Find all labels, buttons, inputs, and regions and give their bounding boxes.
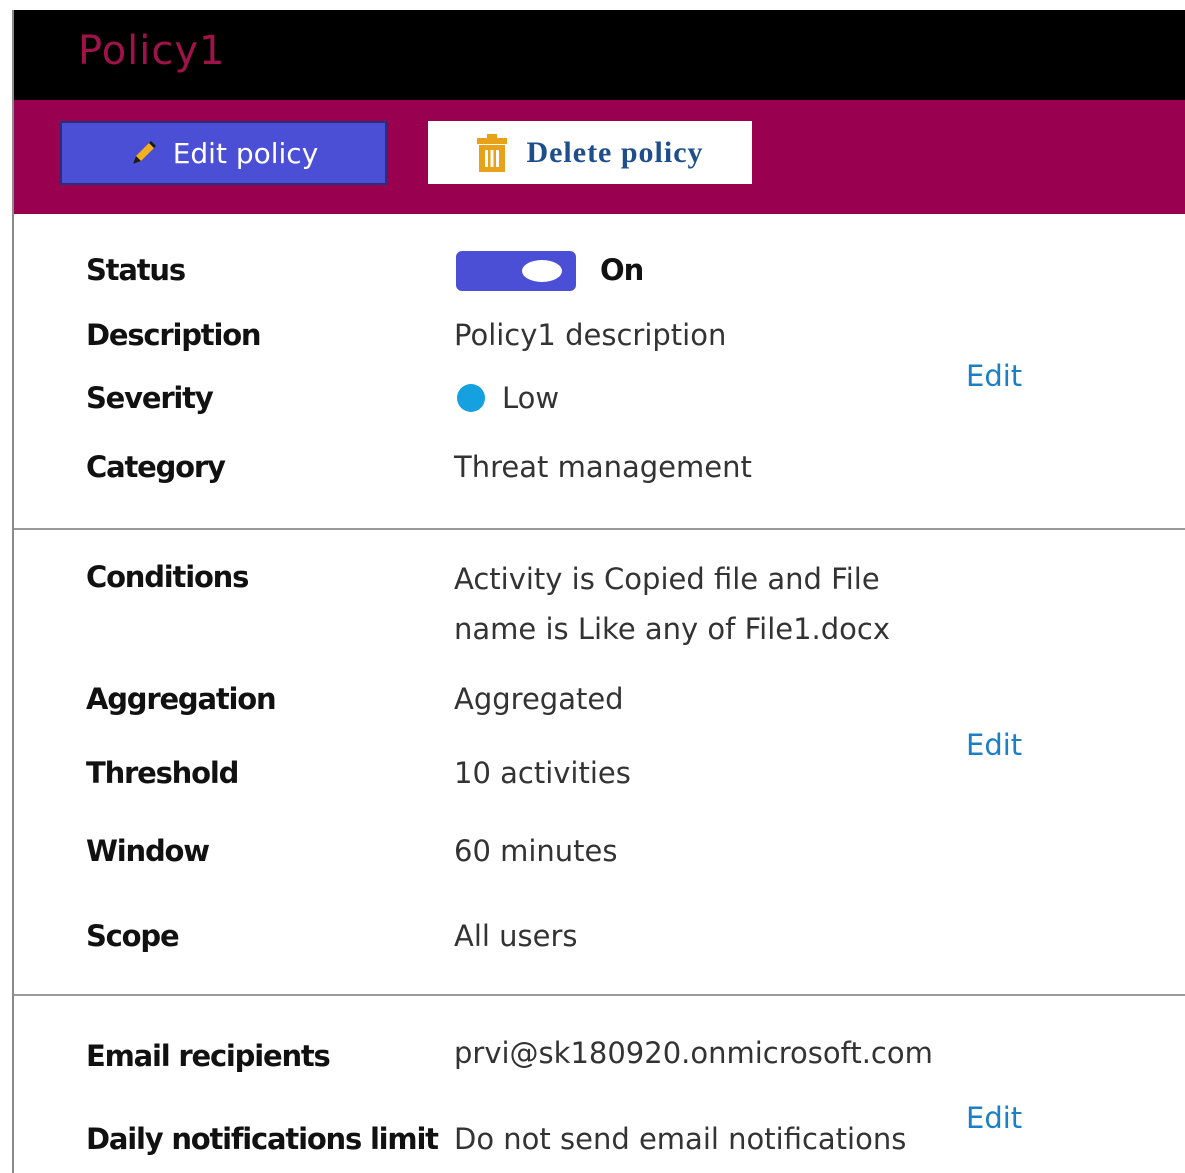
window-label: Window <box>86 834 210 868</box>
threshold-label: Threshold <box>86 756 239 790</box>
description-value: Policy1 description <box>454 318 727 352</box>
conditions-value: Activity is Copied file and File name is… <box>454 562 891 646</box>
aggregation-value: Aggregated <box>454 682 624 716</box>
severity-dot-icon <box>457 384 485 412</box>
status-label: Status <box>86 253 186 287</box>
section-divider <box>14 994 1185 996</box>
aggregation-label: Aggregation <box>86 682 277 716</box>
email-recipients-label: Email recipients <box>86 1039 331 1073</box>
threshold-value: 10 activities <box>454 756 631 790</box>
category-label: Category <box>86 450 226 484</box>
severity-value: Low <box>502 381 560 415</box>
edit-conditions-link[interactable]: Edit <box>966 728 1022 762</box>
toolbar: Edit policy Delete policy <box>14 100 1185 214</box>
edit-policy-label: Edit policy <box>172 136 319 170</box>
scope-label: Scope <box>86 919 180 953</box>
edit-policy-button[interactable]: Edit policy <box>60 121 387 185</box>
title-bar: Policy1 <box>14 10 1185 100</box>
description-label: Description <box>86 318 262 352</box>
edit-notifications-link[interactable]: Edit <box>966 1101 1022 1135</box>
toggle-knob <box>522 260 562 282</box>
delete-policy-label: Delete policy <box>526 135 704 169</box>
pencil-icon <box>129 138 159 168</box>
edit-general-link[interactable]: Edit <box>966 359 1022 393</box>
email-recipients-value: prvi@sk180920.onmicrosoft.com <box>454 1036 933 1070</box>
conditions-label: Conditions <box>86 560 249 594</box>
policy-panel: Policy1 Edit policy Delete policy Status… <box>12 10 1185 1173</box>
section-divider <box>14 528 1185 530</box>
delete-policy-button[interactable]: Delete policy <box>428 121 752 184</box>
status-toggle[interactable] <box>456 251 576 291</box>
category-value: Threat management <box>454 450 752 484</box>
scope-value: All users <box>454 919 578 953</box>
status-value: On <box>600 253 644 287</box>
page-title: Policy1 <box>78 28 226 74</box>
severity-label: Severity <box>86 381 214 415</box>
trash-icon <box>476 133 508 173</box>
daily-limit-value: Do not send email notifications <box>454 1122 907 1156</box>
daily-limit-label: Daily notifications limit <box>86 1122 439 1156</box>
window-value: 60 minutes <box>454 834 618 868</box>
